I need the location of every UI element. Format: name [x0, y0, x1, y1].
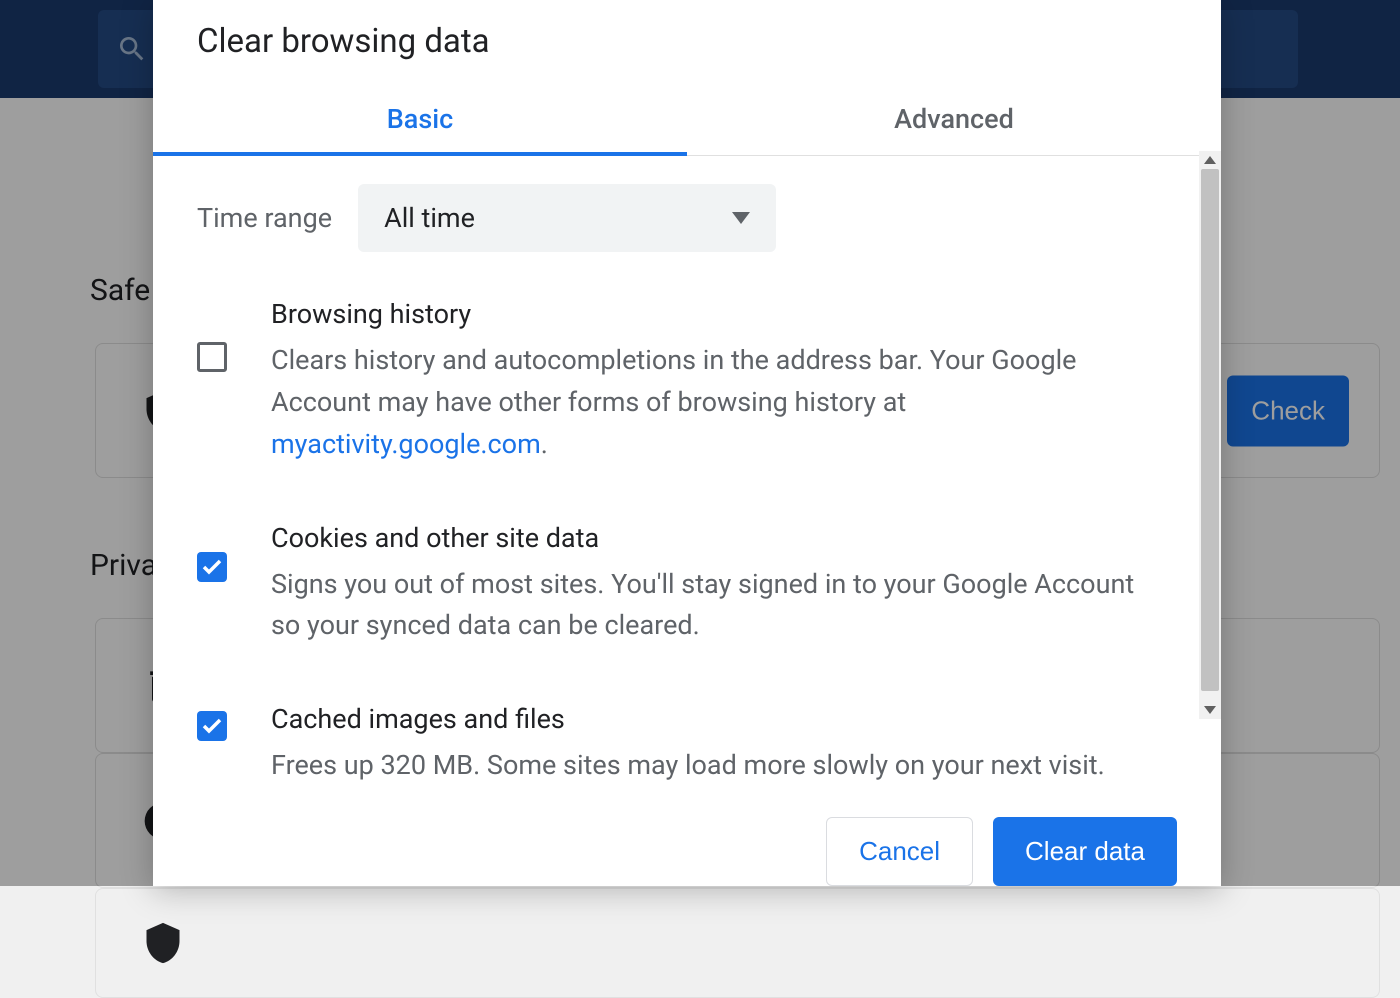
checkbox-cookies[interactable] [197, 552, 229, 584]
option-history-title: Browsing history [271, 298, 1147, 330]
option-cached-description: Frees up 320 MB. Some sites may load mor… [271, 745, 1147, 783]
clear-browsing-data-dialog: Clear browsing data Basic Advanced Time … [153, 0, 1221, 886]
checkbox-cached[interactable] [197, 711, 229, 743]
time-range-label: Time range [197, 202, 332, 234]
tab-basic[interactable]: Basic [153, 89, 687, 155]
dialog-footer: Cancel Clear data [153, 783, 1221, 886]
option-cookies-title: Cookies and other site data [271, 522, 1147, 554]
clear-data-button[interactable]: Clear data [993, 817, 1177, 886]
checkmark-icon [202, 559, 222, 575]
cancel-button[interactable]: Cancel [826, 817, 973, 886]
chevron-down-icon [732, 212, 750, 224]
checkbox-checked-icon [197, 711, 227, 741]
checkbox-checked-icon [197, 552, 227, 582]
option-cached-title: Cached images and files [271, 703, 1147, 735]
myactivity-link[interactable]: myactivity.google.com [271, 428, 541, 460]
time-range-row: Time range All time [197, 184, 1177, 252]
time-range-select[interactable]: All time [358, 184, 776, 252]
checkbox-unchecked-icon [197, 342, 227, 372]
dialog-content: Time range All time Browsing history Cle… [153, 156, 1221, 783]
checkmark-icon [202, 718, 222, 734]
dialog-tabs: Basic Advanced [153, 89, 1221, 156]
checkbox-browsing-history[interactable] [197, 342, 229, 374]
dialog-title: Clear browsing data [153, 0, 1221, 89]
privacy-row-3 [95, 888, 1380, 998]
option-cookies: Cookies and other site data Signs you ou… [197, 522, 1177, 648]
option-cached: Cached images and files Frees up 320 MB.… [197, 703, 1177, 783]
security-icon [141, 921, 185, 965]
tab-advanced[interactable]: Advanced [687, 89, 1221, 155]
option-cookies-description: Signs you out of most sites. You'll stay… [271, 564, 1147, 648]
time-range-value: All time [384, 202, 475, 234]
option-browsing-history: Browsing history Clears history and auto… [197, 298, 1177, 466]
option-history-description: Clears history and autocompletions in th… [271, 340, 1147, 466]
